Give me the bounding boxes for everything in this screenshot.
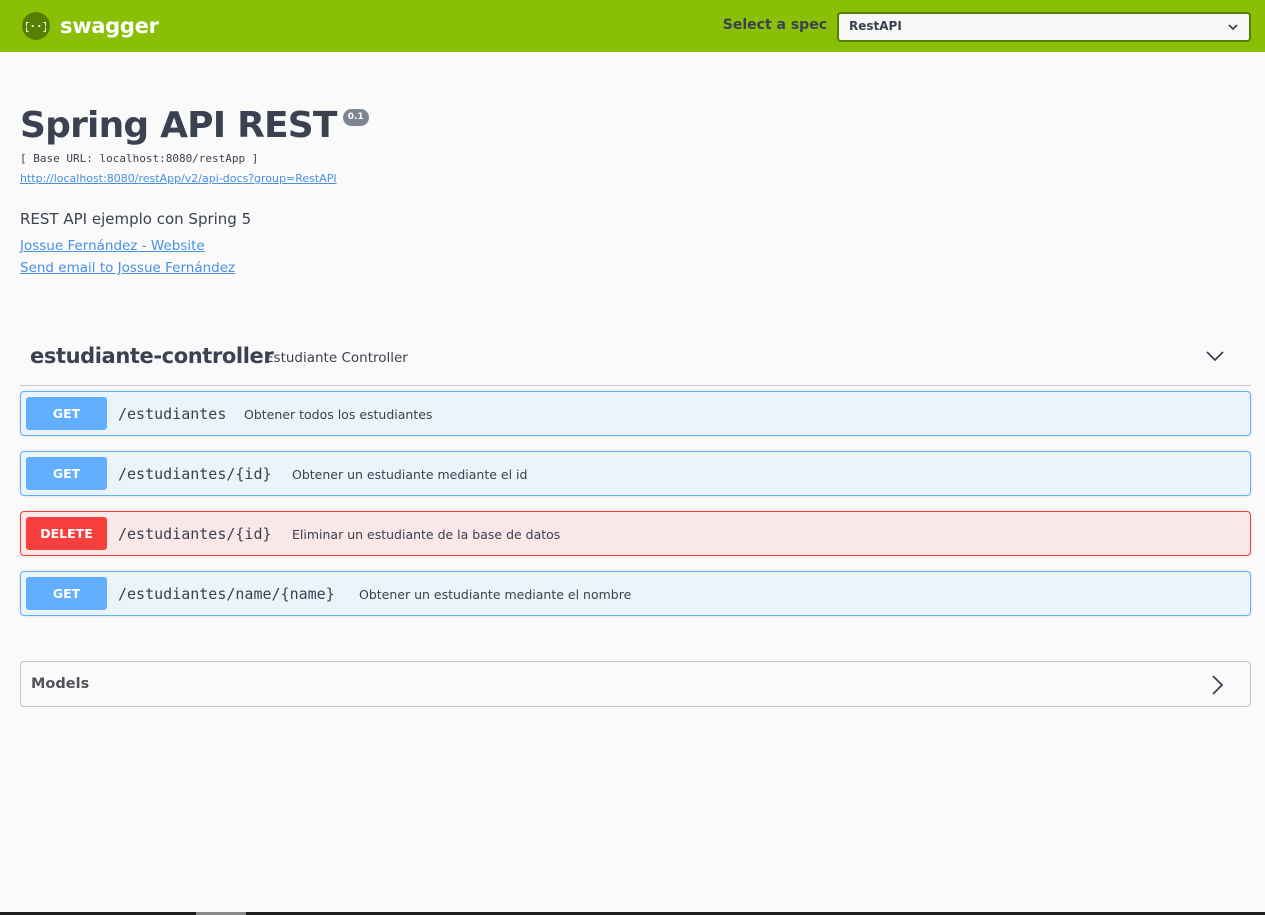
method-badge: GET xyxy=(26,577,107,610)
models-label: Models xyxy=(31,676,90,692)
operation-summary: Obtener un estudiante mediante el nombre xyxy=(359,587,632,602)
contact-email-link[interactable]: Send email to Jossue Fernández xyxy=(20,260,235,276)
page-title: Spring API REST xyxy=(20,105,338,146)
operation-delete-estudiante[interactable]: DELETE /estudiantes/{id} Eliminar un est… xyxy=(20,511,1251,556)
operation-path: /estudiantes/{id} xyxy=(118,465,272,483)
version-badge: 0.1 xyxy=(342,109,369,126)
method-badge: DELETE xyxy=(26,517,107,550)
swagger-logo[interactable]: {··} swagger xyxy=(22,12,159,40)
spec-label: Select a spec xyxy=(722,17,827,33)
chevron-down-icon xyxy=(1227,20,1239,38)
operation-summary: Obtener un estudiante mediante el id xyxy=(292,467,528,482)
method-badge: GET xyxy=(26,457,107,490)
topbar: {··} swagger Select a spec RestAPI xyxy=(0,0,1265,52)
tag-description: Estudiante Controller xyxy=(265,350,408,366)
contact-website-link[interactable]: Jossue Fernández - Website xyxy=(20,238,205,254)
logo-text: swagger xyxy=(60,14,159,38)
chevron-right-icon[interactable] xyxy=(1210,674,1224,701)
method-badge: GET xyxy=(26,397,107,430)
operation-get-estudiantes[interactable]: GET /estudiantes Obtener todos los estud… xyxy=(20,391,1251,436)
operation-path: /estudiantes/name/{name} xyxy=(118,585,335,603)
models-section[interactable]: Models xyxy=(20,661,1251,707)
tag-name: estudiante-controller xyxy=(30,344,274,368)
operation-get-estudiante-by-id[interactable]: GET /estudiantes/{id} Obtener un estudia… xyxy=(20,451,1251,496)
svg-text:{··}: {··} xyxy=(26,20,46,33)
api-description: REST API ejemplo con Spring 5 xyxy=(20,210,252,228)
api-title-row: Spring API REST 0.1 xyxy=(20,104,369,148)
spec-select-value: RestAPI xyxy=(849,19,902,33)
operation-get-estudiante-by-name[interactable]: GET /estudiantes/name/{name} Obtener un … xyxy=(20,571,1251,616)
spec-select[interactable]: RestAPI xyxy=(837,12,1251,42)
tag-header[interactable]: estudiante-controller Estudiante Control… xyxy=(20,330,1251,386)
api-docs-link[interactable]: http://localhost:8080/restApp/v2/api-doc… xyxy=(20,172,337,185)
swagger-braces-icon: {··} xyxy=(22,12,50,40)
operation-summary: Eliminar un estudiante de la base de dat… xyxy=(292,527,561,542)
operation-path: /estudiantes/{id} xyxy=(118,525,272,543)
chevron-down-icon[interactable] xyxy=(1205,349,1225,368)
operation-summary: Obtener todos los estudiantes xyxy=(244,407,433,422)
operation-path: /estudiantes xyxy=(118,405,227,423)
base-url: [ Base URL: localhost:8080/restApp ] xyxy=(20,152,259,165)
